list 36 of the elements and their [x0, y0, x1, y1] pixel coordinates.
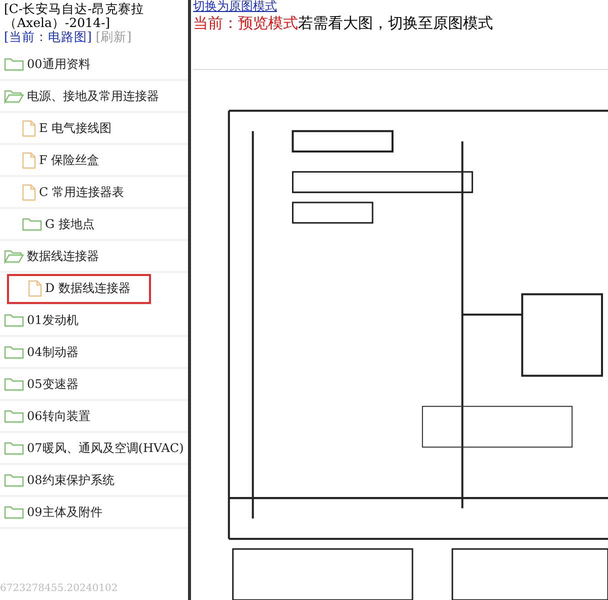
- open-folder-icon: [4, 248, 24, 264]
- tree-item[interactable]: D 数据线连接器: [6, 273, 152, 305]
- tree-item[interactable]: 01发动机: [0, 305, 188, 337]
- tree-item[interactable]: C 常用连接器表: [0, 177, 188, 209]
- folder-icon: [4, 312, 24, 328]
- folder-icon: [4, 472, 24, 488]
- document-icon: [22, 152, 36, 168]
- tree-item[interactable]: E 电气接线图: [0, 113, 188, 145]
- document-icon: [22, 184, 36, 200]
- mode-hint: 若需看大图，切换至原图模式: [298, 14, 493, 32]
- vehicle-title: [C-长安马自达-昂克赛拉（Axela）-2014-]: [4, 2, 145, 30]
- document-icon: [22, 120, 36, 136]
- folder-icon: [4, 56, 24, 72]
- folder-icon: [4, 504, 24, 520]
- tree-item[interactable]: 07暖风、通风及空调(HVAC): [0, 433, 188, 465]
- current-section-label: [当前：电路图]: [4, 29, 92, 44]
- tree-item[interactable]: 电源、接地及常用连接器: [0, 81, 188, 113]
- folder-icon: [4, 344, 24, 360]
- tree-item[interactable]: F 保险丝盒: [0, 145, 188, 177]
- switch-mode-link[interactable]: 切换为原图模式: [193, 0, 608, 12]
- tree-item[interactable]: G 接地点: [0, 209, 188, 241]
- tree-item[interactable]: 08约束保护系统: [0, 465, 188, 497]
- tree-item[interactable]: 06转向装置: [0, 401, 188, 433]
- tree-item[interactable]: 00通用资料: [0, 49, 188, 81]
- mode-label: 当前：预览模式: [193, 14, 298, 32]
- folder-icon: [22, 216, 42, 232]
- folder-icon: [4, 376, 24, 392]
- tree-item[interactable]: 数据线连接器: [0, 241, 188, 273]
- folder-icon: [4, 408, 24, 424]
- footer-code: 6723278455.20240102: [0, 583, 119, 596]
- tree-item[interactable]: 04制动器: [0, 337, 188, 369]
- folder-icon: [4, 440, 24, 456]
- document-icon: [28, 280, 42, 296]
- tree-item[interactable]: 09主体及附件: [0, 497, 188, 529]
- tree-item[interactable]: 05变速器: [0, 369, 188, 401]
- open-folder-icon: [4, 88, 24, 104]
